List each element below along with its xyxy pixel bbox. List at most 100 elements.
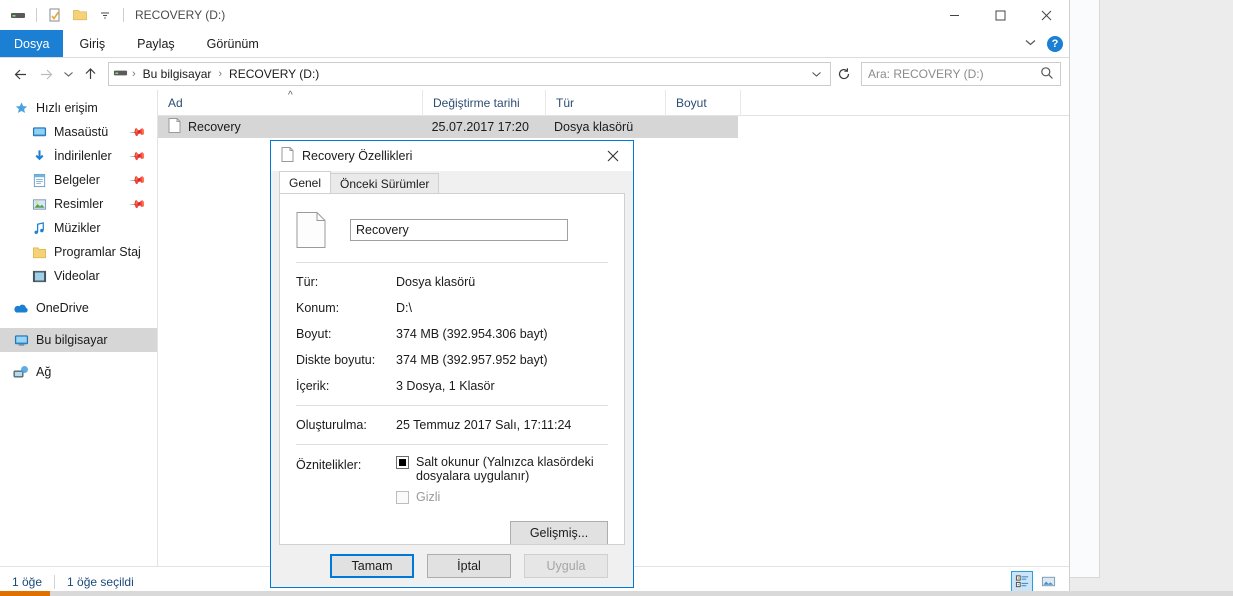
pin-icon[interactable]: 📌: [129, 171, 148, 189]
file-name-label: Recovery: [188, 120, 241, 134]
breadcrumb-item-1[interactable]: RECOVERY (D:): [226, 67, 322, 81]
navigation-pane: Hızlı erişim Masaüstü 📌 İndirilenler 📌 B…: [0, 90, 158, 566]
readonly-checkbox[interactable]: [396, 456, 409, 469]
music-icon: [30, 221, 48, 236]
dialog-title-bar: Recovery Özellikleri: [271, 141, 633, 171]
details-view-button[interactable]: [1011, 570, 1033, 593]
new-folder-icon[interactable]: [70, 5, 90, 25]
search-icon[interactable]: [1040, 66, 1054, 83]
window-title: RECOVERY (D:): [135, 8, 226, 22]
ribbon-tab-gorunum[interactable]: Görünüm: [191, 30, 275, 57]
toolbar-divider-2: [123, 8, 124, 22]
divider-1: [296, 405, 608, 406]
attributes-group: Salt okunur (Yalnızca klasördeki dosyala…: [396, 455, 608, 511]
breadcrumb-separator-1[interactable]: ›: [218, 68, 222, 80]
property-label: Diskte boyutu:: [296, 353, 376, 367]
title-bar: RECOVERY (D:): [0, 0, 1069, 30]
folder-name-value: Recovery: [356, 223, 409, 237]
taskbar-accent: [0, 591, 50, 596]
folder-name-input[interactable]: Recovery: [350, 219, 568, 241]
ribbon-tab-giris[interactable]: Giriş: [63, 30, 121, 57]
breadcrumb-item-0[interactable]: Bu bilgisayar: [140, 67, 215, 81]
hidden-checkbox[interactable]: [396, 491, 409, 504]
hidden-checkbox-row[interactable]: Gizli: [396, 490, 608, 504]
large-icons-view-button[interactable]: [1037, 571, 1059, 593]
sidebar-item-label: Müzikler: [54, 221, 101, 235]
sidebar-item-indirilenler[interactable]: İndirilenler 📌: [0, 144, 157, 168]
refresh-icon[interactable]: [833, 62, 855, 86]
sort-indicator: ^: [288, 90, 293, 101]
maximize-icon[interactable]: [977, 0, 1023, 30]
ribbon-tab-dosya[interactable]: Dosya: [0, 30, 64, 57]
apply-button[interactable]: Uygula: [524, 554, 608, 578]
breadcrumb-drive-icon: [113, 65, 128, 83]
sidebar-item-label: Programlar Staj: [54, 245, 141, 259]
sidebar-item-muzikler[interactable]: Müzikler: [0, 216, 157, 240]
column-header-tur[interactable]: Tür: [546, 89, 666, 116]
file-modified-cell: 25.07.2017 17:20: [431, 120, 529, 134]
property-value: D:\: [396, 301, 412, 315]
taskbar[interactable]: [0, 591, 1233, 596]
forward-button[interactable]: [34, 62, 58, 86]
tab-genel[interactable]: Genel: [279, 171, 332, 193]
sidebar-item-onedrive[interactable]: OneDrive: [0, 296, 157, 320]
dialog-general-page: Recovery Tür: Dosya klasörü Konum: D:\ B…: [279, 193, 625, 545]
back-button[interactable]: [8, 62, 32, 86]
breadcrumb-separator-0[interactable]: ›: [132, 68, 136, 80]
videos-icon: [30, 269, 48, 284]
pin-icon[interactable]: 📌: [129, 195, 148, 213]
window-controls: [931, 0, 1069, 30]
file-name-cell[interactable]: Recovery: [158, 118, 422, 136]
folder-large-icon: [296, 212, 326, 248]
column-header-degistirme-tarihi[interactable]: Değiştirme tarihi: [423, 89, 546, 116]
sidebar-item-resimler[interactable]: Resimler 📌: [0, 192, 157, 216]
advanced-button[interactable]: Gelişmiş...: [510, 521, 608, 544]
sidebar-item-ag[interactable]: Ağ: [0, 360, 157, 384]
ribbon-tab-paylas[interactable]: Paylaş: [121, 30, 191, 57]
toolbar-divider: [36, 8, 37, 22]
drive-icon[interactable]: [8, 5, 28, 25]
sidebar-item-label: Bu bilgisayar: [36, 333, 108, 347]
pin-icon[interactable]: 📌: [129, 147, 148, 165]
sidebar-item-label: Hızlı erişim: [36, 101, 98, 115]
property-label: Konum:: [296, 301, 340, 315]
table-row[interactable]: Recovery 25.07.2017 17:20 Dosya klasörü: [158, 116, 738, 138]
property-value: 374 MB (392.957.952 bayt): [396, 353, 548, 367]
tab-onceki-surumler[interactable]: Önceki Sürümler: [330, 173, 440, 193]
this-pc-icon: [12, 333, 30, 348]
address-dropdown-icon[interactable]: [806, 70, 826, 78]
sidebar-item-videolar[interactable]: Videolar: [0, 264, 157, 288]
cancel-button[interactable]: İptal: [427, 554, 511, 578]
sidebar-item-hizli-erisim[interactable]: Hızlı erişim: [0, 96, 157, 120]
documents-icon: [30, 173, 48, 188]
sidebar-item-label: Resimler: [54, 197, 104, 211]
advanced-row: Gelişmiş...: [296, 511, 608, 544]
ribbon-tab-bar: Dosya Giriş Paylaş Görünüm ?: [0, 30, 1069, 58]
up-button[interactable]: [78, 62, 102, 86]
customize-dropdown-icon[interactable]: [95, 5, 115, 25]
sidebar-item-label: Masaüstü: [54, 125, 109, 139]
close-icon[interactable]: [1023, 0, 1069, 30]
network-icon: [12, 364, 30, 380]
dialog-button-bar: Tamam İptal Uygula: [271, 545, 633, 587]
minimize-icon[interactable]: [931, 0, 977, 30]
file-type-cell: Dosya klasörü: [553, 120, 634, 134]
sidebar-item-masaustu[interactable]: Masaüstü 📌: [0, 120, 157, 144]
search-placeholder: Ara: RECOVERY (D:): [868, 67, 984, 81]
properties-dialog: Recovery Özellikleri Genel Önceki Sürüml…: [270, 140, 634, 588]
sidebar-item-belgeler[interactable]: Belgeler 📌: [0, 168, 157, 192]
breadcrumb[interactable]: › Bu bilgisayar › RECOVERY (D:): [108, 62, 831, 86]
readonly-checkbox-row[interactable]: Salt okunur (Yalnızca klasördeki dosyala…: [396, 455, 608, 483]
recent-locations-button[interactable]: [60, 62, 76, 86]
column-header-boyut[interactable]: Boyut: [666, 89, 741, 116]
pin-icon[interactable]: 📌: [129, 123, 148, 141]
properties-icon[interactable]: [45, 5, 65, 25]
close-icon[interactable]: [593, 141, 633, 171]
chevron-down-icon[interactable]: [1024, 38, 1037, 50]
sidebar-item-bu-bilgisayar[interactable]: Bu bilgisayar: [0, 328, 157, 352]
onedrive-icon: [12, 300, 30, 316]
sidebar-item-programlar-staj[interactable]: Programlar Staj: [0, 240, 157, 264]
search-input[interactable]: Ara: RECOVERY (D:): [861, 62, 1061, 86]
help-icon[interactable]: ?: [1047, 36, 1063, 52]
ok-button[interactable]: Tamam: [330, 554, 414, 578]
